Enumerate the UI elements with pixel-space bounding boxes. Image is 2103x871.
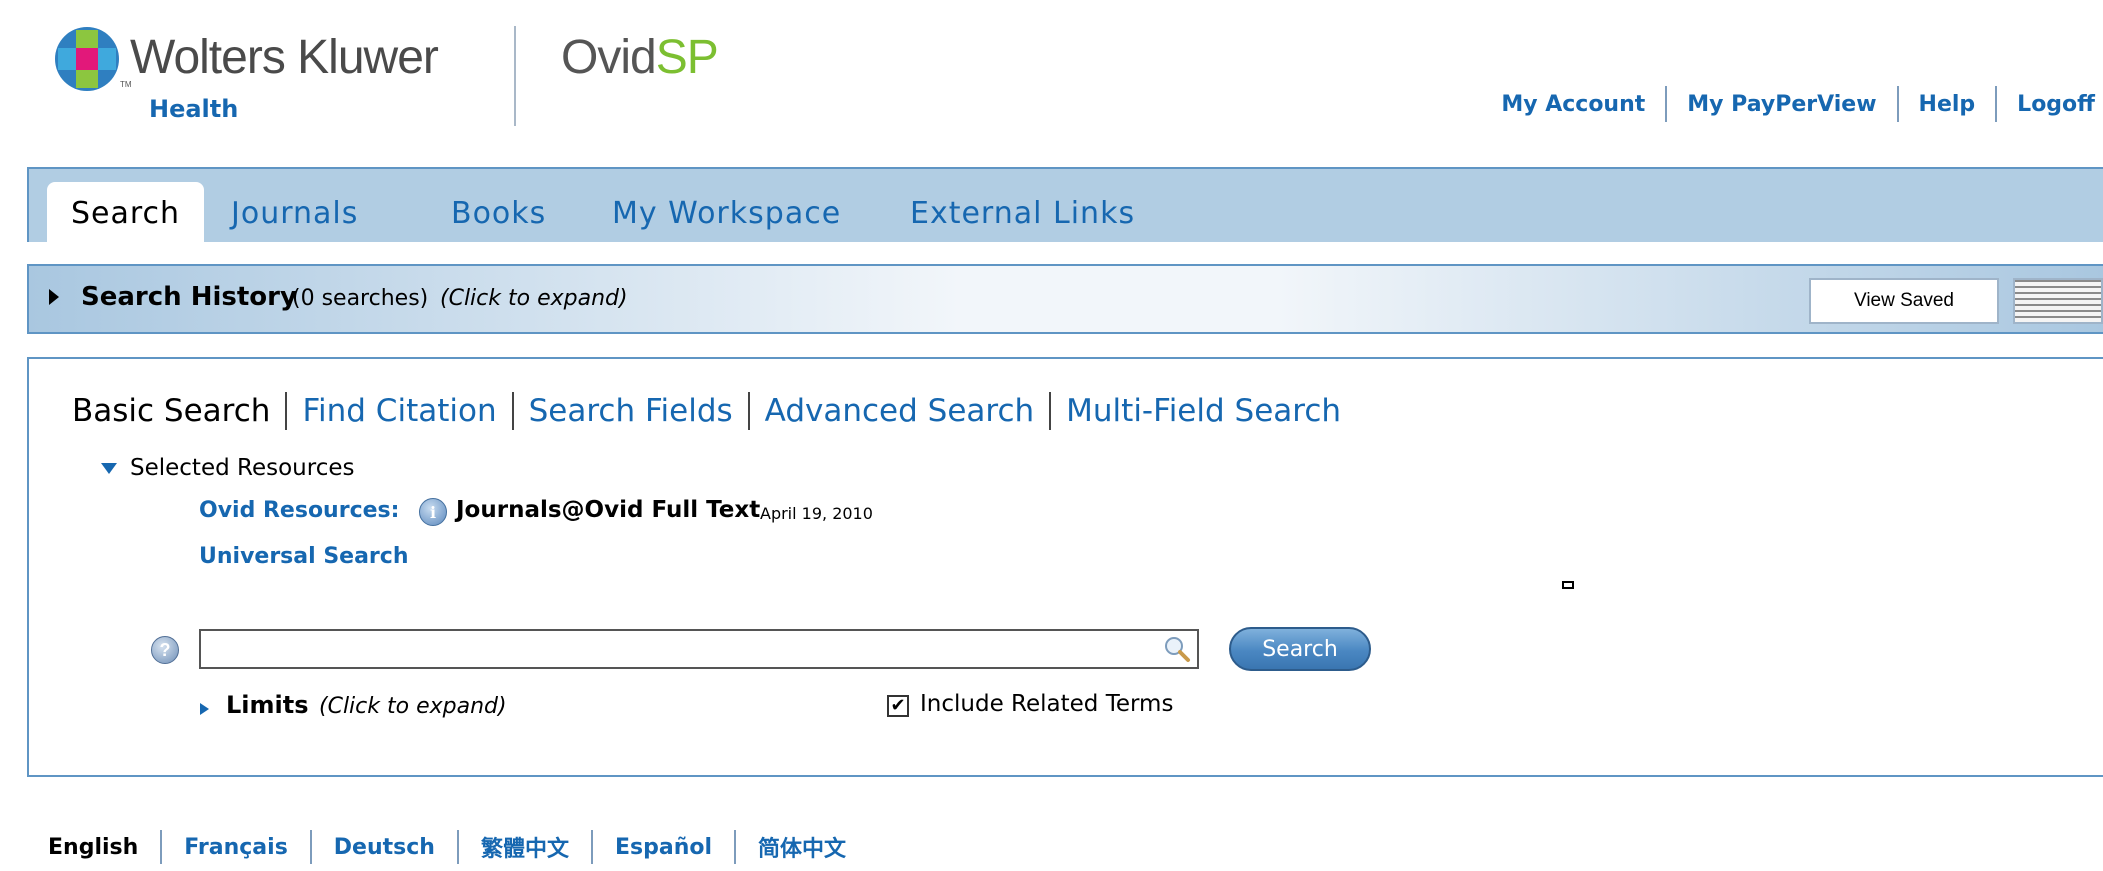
limits-hint: (Click to expand): [319, 694, 507, 719]
search-mode-tabs: Basic Search Find Citation Search Fields…: [72, 387, 1356, 435]
universal-search-link[interactable]: Universal Search: [199, 544, 408, 569]
my-payperview-link[interactable]: My PayPerView: [1667, 92, 1896, 117]
header-divider: [514, 26, 516, 126]
layout-toggle-icon[interactable]: [2013, 278, 2103, 324]
tab-basic-search[interactable]: Basic Search: [72, 393, 285, 429]
search-history-bar[interactable]: Search History (0 searches) (Click to ex…: [27, 264, 2103, 334]
selected-resources-toggle[interactable]: Selected Resources: [130, 455, 354, 481]
tab-books[interactable]: Books: [451, 183, 546, 244]
search-history-count: (0 searches): [292, 286, 429, 311]
search-input[interactable]: [201, 631, 1151, 667]
help-link[interactable]: Help: [1899, 92, 1996, 117]
info-icon[interactable]: i: [419, 498, 447, 526]
resource-date: April 19, 2010: [760, 504, 873, 523]
language-french[interactable]: Français: [162, 835, 310, 860]
my-account-link[interactable]: My Account: [1481, 92, 1665, 117]
search-history-hint: (Click to expand): [440, 286, 628, 311]
limits-toggle[interactable]: Limits: [226, 691, 309, 719]
ovid-resources-link[interactable]: Ovid Resources:: [199, 498, 399, 523]
tab-advanced-search[interactable]: Advanced Search: [750, 393, 1049, 429]
tab-search-fields[interactable]: Search Fields: [514, 393, 748, 429]
resource-name: Journals@Ovid Full Text: [456, 497, 761, 523]
include-related-terms-label[interactable]: Include Related Terms: [920, 691, 1173, 717]
search-history-title[interactable]: Search History: [81, 282, 297, 312]
view-saved-button[interactable]: View Saved: [1809, 278, 1999, 324]
account-links: My Account My PayPerView Help Logoff: [1481, 86, 2095, 122]
product-name-ovid: Ovid: [561, 31, 657, 84]
tab-external-links[interactable]: External Links: [910, 183, 1135, 244]
product-name-sp: SP: [655, 31, 719, 84]
language-german[interactable]: Deutsch: [312, 835, 457, 860]
tab-my-workspace[interactable]: My Workspace: [612, 183, 841, 244]
tab-multi-field-search[interactable]: Multi-Field Search: [1051, 393, 1356, 429]
search-icon[interactable]: [1163, 635, 1191, 663]
main-nav: Search Journals Books My Workspace Exter…: [27, 167, 2103, 245]
language-traditional-chinese[interactable]: 繁體中文: [459, 831, 591, 863]
collapse-arrow-icon[interactable]: [101, 463, 117, 474]
brand-name: Wolters Kluwer: [130, 31, 439, 84]
cursor-marker: [1562, 581, 1574, 589]
tab-search[interactable]: Search: [47, 182, 205, 245]
search-box: [199, 629, 1199, 669]
language-spanish[interactable]: Español: [593, 835, 734, 860]
language-selector: English Français Deutsch 繁體中文 Español 简体…: [48, 829, 868, 865]
expand-arrow-icon[interactable]: [200, 703, 209, 715]
tab-find-citation[interactable]: Find Citation: [287, 393, 511, 429]
help-icon[interactable]: ?: [151, 636, 179, 664]
search-button[interactable]: Search: [1229, 627, 1371, 671]
include-related-terms-checkbox[interactable]: ✔: [887, 695, 909, 717]
search-panel: Basic Search Find Citation Search Fields…: [27, 357, 2103, 777]
wolters-kluwer-globe-icon: [55, 27, 119, 91]
language-english[interactable]: English: [48, 835, 160, 860]
language-simplified-chinese[interactable]: 简体中文: [736, 831, 868, 863]
tab-journals[interactable]: Journals: [231, 183, 358, 244]
brand-subtitle: Health: [149, 95, 239, 123]
product-logo: OvidSP: [561, 31, 719, 84]
logoff-link[interactable]: Logoff: [1997, 92, 2095, 117]
expand-arrow-icon[interactable]: [49, 289, 59, 305]
wolters-kluwer-logo: TM Wolters Kluwer Health: [54, 26, 524, 126]
